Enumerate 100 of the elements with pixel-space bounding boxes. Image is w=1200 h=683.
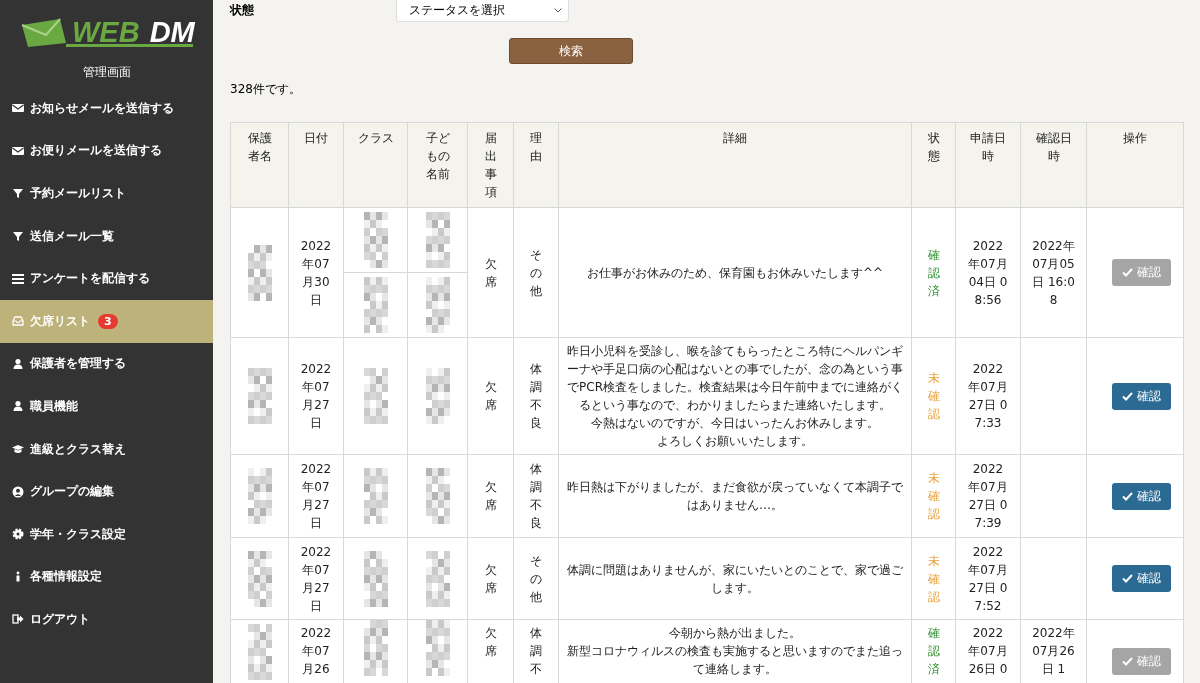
cap-icon (12, 443, 24, 456)
status-cell: 確認済 (911, 207, 956, 338)
count-badge: 3 (98, 313, 118, 329)
status-cell: 未確認 (911, 537, 956, 620)
gear-icon (12, 528, 24, 541)
table-cell: 2022年07月27日 07:33 (955, 337, 1021, 455)
table-cell: 体調不良 (513, 454, 559, 538)
check-icon (1122, 268, 1133, 277)
column-header: 日付 (288, 122, 344, 208)
column-header: 状態 (911, 122, 956, 208)
envelope-icon (12, 102, 24, 115)
blurred-text-drawing (425, 550, 450, 607)
confirm-button[interactable]: 確認 (1112, 382, 1171, 410)
table-cell: その他 (513, 207, 559, 338)
column-header: 申請日時 (955, 122, 1021, 208)
detail-text: 体調に問題はありませんが、家にいたいとのことで、家で過ごします。 (566, 561, 904, 597)
check-icon (1122, 657, 1133, 666)
detail-text: 新型コロナウィルスの検査も実施すると思いますのでまた追って連絡します。 (566, 643, 904, 678)
table-cell: 2022年07月27日 (288, 537, 344, 620)
list-icon (12, 272, 24, 285)
column-header: 子どもの名前 (407, 122, 468, 208)
status-select[interactable]: ステータスを選択 (396, 0, 569, 22)
detail-text: よろしくお願いいたします。 (656, 433, 814, 450)
check-icon (1122, 491, 1133, 501)
blurred-text-drawing (247, 624, 272, 680)
table-cell: 2022年07月27日 (288, 454, 344, 538)
filter-icon (12, 187, 24, 200)
sidebar-item[interactable]: ログアウト (0, 598, 213, 641)
status-cell: 確認済 (911, 619, 956, 683)
detail-text: 昨日熱は下がりましたが、まだ食欲が戻っていなくて本調子ではありません…。 (566, 479, 904, 514)
column-header: 確認日時 (1020, 122, 1087, 208)
blurred-text-drawing (425, 368, 450, 424)
column-header: クラス (343, 122, 408, 208)
confirm-button[interactable]: 確認 (1112, 565, 1171, 592)
sidebar-item[interactable]: お便りメールを送信する (0, 129, 213, 173)
user-icon (12, 357, 24, 370)
blurred-text-drawing (247, 244, 272, 301)
logout-icon (12, 613, 24, 626)
filter-icon (12, 230, 24, 243)
table-cell: 体調不良 (513, 337, 559, 455)
column-header: 届出事項 (467, 122, 514, 208)
blurred-text-drawing (363, 468, 388, 524)
column-header: 保護者名 (230, 122, 289, 208)
blurred-text-drawing (425, 468, 450, 524)
table-cell: 2022年07月05日 16:08 (1020, 207, 1087, 338)
table-cell: 欠席 (467, 537, 514, 620)
confirm-button[interactable]: 確認 (1112, 482, 1171, 510)
blurred-text-drawing (363, 212, 388, 268)
sidebar-item[interactable]: グループの編集 (0, 470, 213, 513)
table-cell: 欠席 (467, 207, 514, 338)
sidebar-item[interactable]: 保護者を管理する (0, 342, 213, 386)
sidebar-item[interactable]: 進級とクラス替え (0, 427, 213, 471)
table-cell: 2022年07月27日 07:39 (955, 454, 1021, 538)
check-icon (1122, 574, 1133, 583)
group-icon (12, 485, 24, 498)
detail-text: 今熱はないのですが、今日はいったんお休みします。 (590, 415, 880, 432)
result-count: 328件です。 (230, 81, 302, 98)
search-button[interactable]: 検索 (509, 38, 633, 64)
table-cell: 欠席 (467, 337, 514, 455)
user-icon (12, 400, 24, 413)
table-cell: 欠席 (467, 619, 514, 683)
column-header: 理由 (513, 122, 559, 208)
blurred-text-drawing (247, 550, 272, 607)
blurred-text-drawing (363, 550, 388, 607)
status-label: 状態 (230, 2, 255, 19)
detail-text: 今朝から熱が出ました。 (668, 625, 802, 642)
logo-text: WEB (72, 17, 140, 47)
detail-text: お仕事がお休みのため、保育園もお休みいたします^^ (585, 264, 885, 282)
table-cell: 2022年07月27日 07:52 (955, 537, 1021, 620)
sidebar-item[interactable]: 職員機能 (0, 385, 213, 428)
table-cell: 2022年07月26日 1 (1020, 619, 1087, 683)
chevron-icon (554, 8, 562, 13)
sidebar-item[interactable]: アンケートを配信する (0, 257, 213, 300)
sidebar-item[interactable]: 欠席リスト 3 (0, 299, 213, 343)
detail-text: 昨日小児科を受診し、喉を診てもらったところ特にヘルパンギーナや手足口病の心配はないとの事でしたが、念の為という事でPCR検査をしました。検査結果は今日午前中までに連絡がくるという事なので、わかりましたらまた連絡いたします。 (566, 343, 904, 414)
status-cell: 未確認 (911, 454, 956, 538)
blurred-text-drawing (363, 368, 388, 424)
blurred-text-drawing (425, 277, 450, 333)
blurred-text-drawing (247, 368, 272, 424)
table-cell: 2022年07月26日 0 (955, 619, 1021, 683)
sidebar-item[interactable]: 送信メール一覧 (0, 214, 213, 258)
envelope-icon (12, 144, 24, 157)
check-icon (1122, 391, 1133, 401)
table-cell: 2022年07月04日 08:56 (955, 207, 1021, 338)
blurred-text-drawing (363, 277, 388, 333)
column-header: 操作 (1086, 122, 1184, 208)
logo-text: DM (149, 17, 195, 47)
table-cell: 欠席 (467, 454, 514, 538)
sidebar-item[interactable]: 学年・クラス設定 (0, 512, 213, 556)
table-cell: 2022年07月27日 (288, 337, 344, 455)
table-cell: 体調不 (513, 619, 559, 683)
sidebar-heading: 管理画面 (81, 64, 132, 81)
table-cell: 2022年07月30日 (288, 207, 344, 338)
inbox-icon (12, 315, 24, 328)
column-header: 詳細 (558, 122, 912, 208)
sidebar-item[interactable]: 予約メールリスト (0, 172, 213, 215)
sidebar-item[interactable]: お知らせメールを送信する (0, 87, 213, 130)
table-cell: その他 (513, 537, 559, 620)
blurred-text-drawing (425, 212, 450, 268)
sidebar-item[interactable]: 各種情報設定 (0, 555, 213, 599)
